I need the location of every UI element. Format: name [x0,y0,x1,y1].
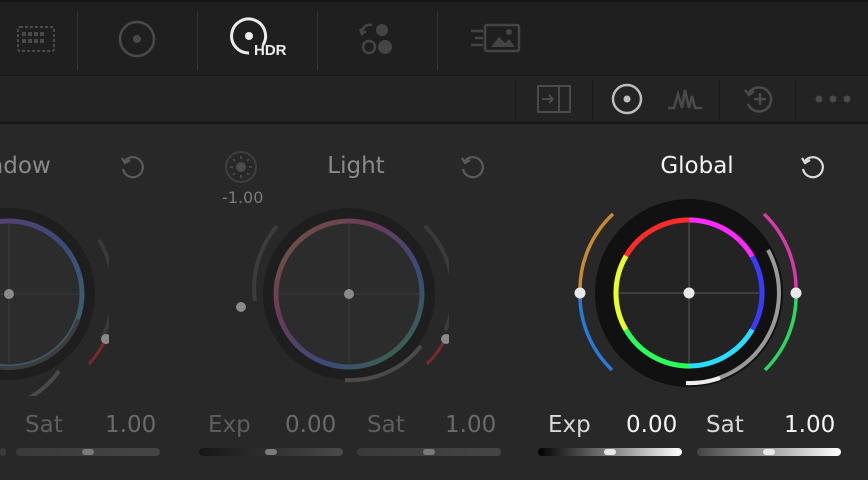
curve-mode-button[interactable] [660,76,710,122]
rgb-mixer-tool-button[interactable] [318,2,436,76]
hdr-wheel-icon: HDR [227,17,287,61]
global-exp-label: Exp [548,412,591,438]
light-exp-value[interactable]: 0.00 [285,412,336,438]
shadow-reset-icon[interactable] [117,152,147,182]
hdr-label: HDR [254,42,287,59]
shadow-sat-value[interactable]: 1.00 [105,412,156,438]
light-exp-slider[interactable] [199,448,343,456]
color-wheel-icon [118,20,156,58]
add-zone-button[interactable] [730,76,788,122]
global-sat-label: Sat [706,412,744,438]
slider-knob[interactable] [82,449,94,455]
wheel-options-bar [0,76,868,124]
slider-knob[interactable] [604,449,616,455]
hdr-color-wheels-window: HDR dow Sat 1.00 -1.00 Light Exp 0.00 Sa… [0,0,868,480]
curve-mode-icon [668,89,702,110]
light-sat-label: Sat [367,412,405,438]
shadow-sat-slider[interactable] [16,448,160,456]
subbar-divider [719,80,720,120]
light-exp-label: Exp [208,412,251,438]
slider-track [0,448,6,456]
panel-toggle-button[interactable] [516,76,591,122]
global-sat-value[interactable]: 1.00 [784,412,835,438]
light-wheel-title: Light [327,153,385,179]
wheel-mode-icon [611,83,643,115]
hdr-tool-button[interactable]: HDR [198,2,316,76]
shadow-sat-label: Sat [25,412,63,438]
shadow-color-wheel[interactable] [0,196,109,396]
light-reset-icon[interactable] [457,152,487,182]
palette-toolbar: HDR [0,0,868,76]
wheel-mode-button[interactable] [602,76,652,122]
light-sun-icon[interactable] [222,148,260,186]
shadow-wheel-title: adow [0,153,51,179]
global-exp-slider[interactable] [538,448,682,456]
global-exp-value[interactable]: 0.00 [626,412,677,438]
motion-effects-tool-button[interactable] [438,2,556,76]
more-options-button[interactable] [800,76,866,122]
global-wheel-title: Global [660,153,734,179]
add-zone-icon [744,86,773,113]
light-sat-value[interactable]: 1.00 [445,412,496,438]
shadow-exp-slider[interactable] [0,448,6,456]
motion-effects-icon [471,23,521,53]
more-icon [815,95,851,103]
light-left-handle[interactable] [232,290,248,320]
panel-toggle-icon [536,85,571,113]
rgb-mixer-icon [358,23,392,55]
slider-knob[interactable] [763,449,775,455]
slider-knob[interactable] [265,449,277,455]
grid-icon [17,26,55,52]
light-color-wheel[interactable] [249,196,449,396]
slider-knob[interactable] [423,449,435,455]
global-color-wheel[interactable] [570,196,810,396]
subbar-divider [592,80,593,120]
light-sat-slider[interactable] [357,448,501,456]
global-reset-icon[interactable] [797,152,827,182]
subbar-divider [795,80,796,120]
primaries-tool-button[interactable] [78,2,196,76]
global-sat-slider[interactable] [697,448,841,456]
